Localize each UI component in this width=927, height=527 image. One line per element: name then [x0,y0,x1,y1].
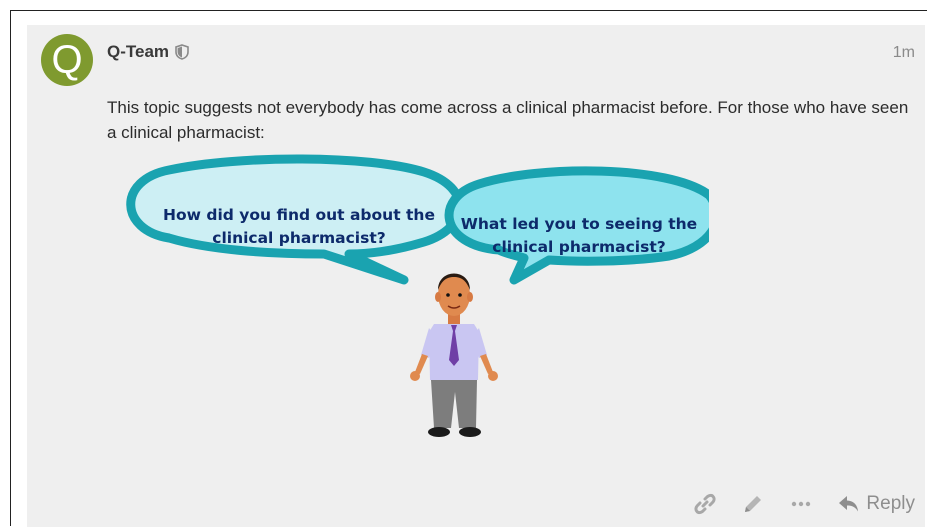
post-body: This topic suggests not everybody has co… [107,98,909,142]
bubble-left-line2: clinical pharmacist? [212,229,386,247]
pharmacist-figure [410,273,498,437]
link-icon[interactable] [694,493,716,515]
avatar[interactable]: Q [41,34,93,86]
post-actions: Reply [694,493,915,515]
shield-icon [175,44,189,60]
post-timestamp[interactable]: 1m [893,44,915,62]
ellipsis-icon[interactable] [790,493,812,515]
reply-arrow-icon [838,494,860,514]
post-header: Q-Team [107,42,189,62]
bubble-left-line1: How did you find out about the [163,206,435,224]
post-frame: Q Q-Team 1m This topic suggests not ever… [10,10,927,527]
username[interactable]: Q-Team [107,42,169,62]
pharmacist-illustration: How did you find out about the clinical … [126,154,709,437]
speech-bubble-right: What led you to seeing the clinical phar… [444,166,709,285]
reply-button[interactable]: Reply [838,493,915,515]
pencil-icon[interactable] [742,493,764,515]
reply-label: Reply [866,493,915,514]
speech-bubble-left: How did you find out about the clinical … [126,154,465,285]
bubble-right-line1: What led you to seeing the [461,215,697,233]
bubble-right-line2: clinical pharmacist? [492,238,666,256]
post-card: Q Q-Team 1m This topic suggests not ever… [27,25,925,527]
